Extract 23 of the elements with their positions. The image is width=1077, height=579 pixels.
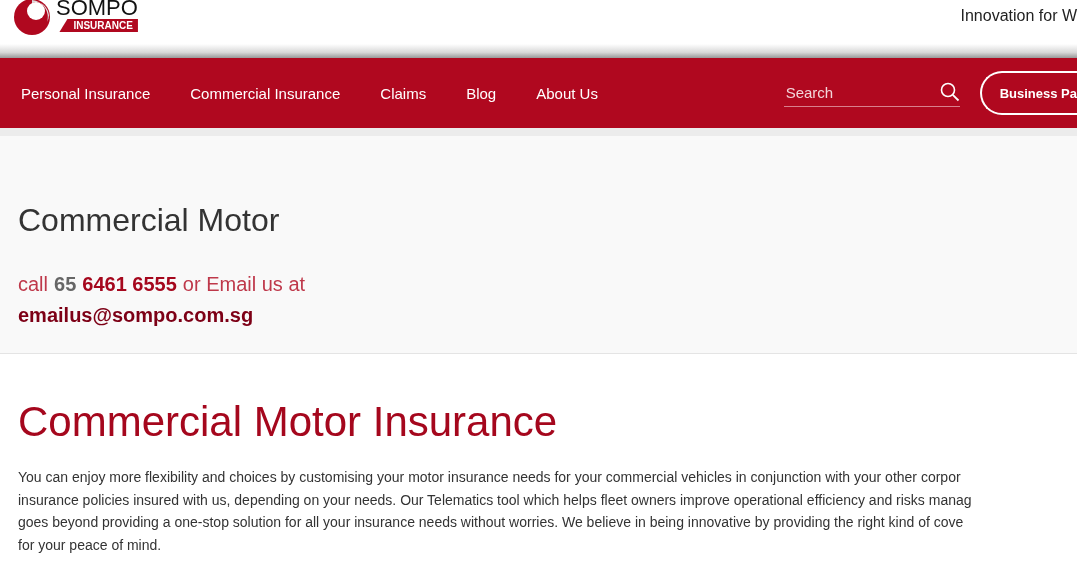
country-code: 65 <box>54 273 77 296</box>
paragraph-line: goes beyond providing a one-stop solution for all your insurance needs without worries. We believe in being innovative by providing the right kind of cove <box>18 513 965 533</box>
nav-link[interactable]: Commercial Insurance <box>190 84 341 102</box>
section-heading: Commercial Motor Insurance <box>18 398 559 446</box>
phone-number: 6461 6555 <box>82 273 177 296</box>
email-label: or Email us at <box>182 273 306 296</box>
paragraph-line: insurance policies insured with us, depending on your needs. Our Telematics tool which helps fleet owners improve operational efficiency and risks manag <box>18 490 973 510</box>
nav-link[interactable]: About Us <box>536 84 598 102</box>
email-link[interactable]: emailus@sompo.com.sg <box>18 304 254 327</box>
paragraph-line: You can enjoy more flexibility and choices by customising your motor insurance needs for your commercial vehicles in conjunction with your other corpor <box>18 468 962 487</box>
logo-icon <box>12 0 52 37</box>
nav-link[interactable]: Blog <box>466 84 497 102</box>
call-label: call <box>18 273 48 296</box>
nav-link[interactable]: Personal Insurance <box>21 84 151 102</box>
logo-subtitle: INSURANCE <box>59 19 138 32</box>
search-icon[interactable] <box>939 82 960 102</box>
business-button[interactable]: Business Pa <box>979 71 1077 115</box>
paragraph-line: for your peace of mind. <box>18 535 163 555</box>
search-field[interactable]: Search <box>783 79 960 107</box>
logo-name: SOMPO <box>56 0 138 19</box>
page-title: Commercial Motor <box>18 202 281 239</box>
nav-link[interactable]: Claims <box>380 84 427 102</box>
tagline: Innovation for W <box>960 7 1077 25</box>
